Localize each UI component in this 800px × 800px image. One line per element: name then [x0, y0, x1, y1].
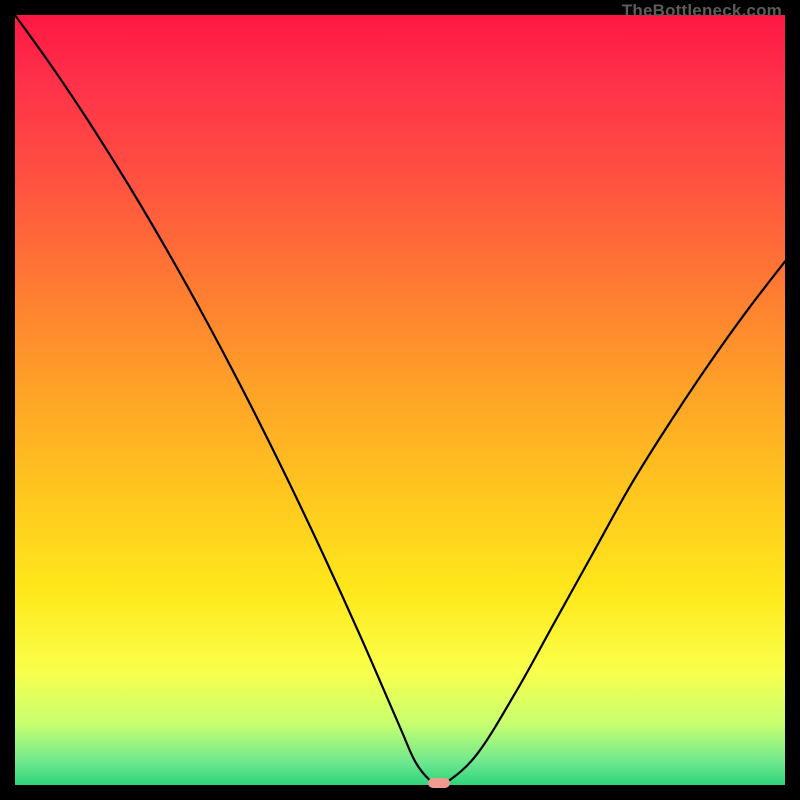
chart-frame: TheBottleneck.com: [0, 0, 800, 800]
plot-area: [15, 15, 785, 785]
